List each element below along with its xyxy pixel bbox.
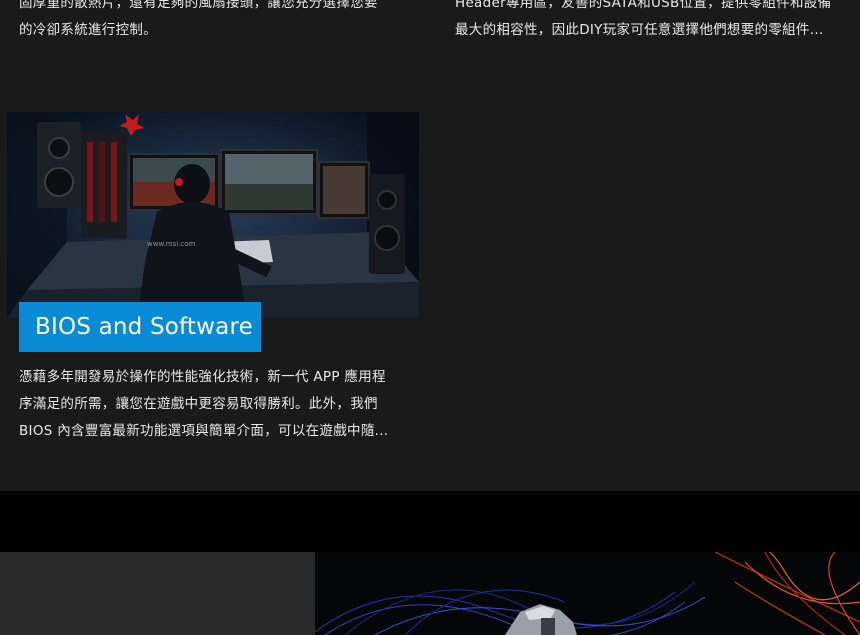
text-line: 最大的相容性，因此DIY玩家可任意選擇他們想要的零組件... [455,22,824,38]
bios-description: 憑藉多年開發易於操作的性能強化技術，新一代 APP 應用程 序滿足的所需，讓您在… [19,364,388,445]
text-line: Header專用區，友善的SATA和USB位置，提供零組件和設備 [455,0,832,11]
text-line: 憑藉多年開發易於操作的性能強化技術，新一代 APP 應用程 [19,369,386,385]
text-line: 序滿足的所需，讓您在遊戲中更容易取得勝利。此外，我們 [19,396,378,412]
watermark-text: www.msi.com [147,240,196,248]
text-line: BIOS 內含豐富最新功能選項與簡單介面，可以在遊戲中隨... [19,423,389,439]
text-line: 固厚重的散熱片，還有足夠的風扇接頭，讓您充分選擇您要 [19,0,378,11]
cooling-feature-text: 固厚重的散熱片，還有足夠的風扇接頭，讓您充分選擇您要 的冷卻系統進行控制。 [19,0,378,44]
bios-card-image[interactable]: www.msi.com [7,112,419,318]
text-line: 的冷卻系統進行控制。 [19,22,157,38]
promo-banner-image[interactable] [315,552,860,635]
connectivity-feature-text: Header專用區，友善的SATA和USB位置，提供零組件和設備 最大的相容性，… [455,0,831,44]
gamer-setup-illustration: www.msi.com [7,112,419,318]
energy-streaks-illustration [315,552,860,635]
bios-title-badge[interactable]: BIOS and Software [19,302,261,352]
features-section: 固厚重的散熱片，還有足夠的風扇接頭，讓您充分選擇您要 的冷卻系統進行控制。 He… [0,0,860,491]
gray-panel [0,552,315,635]
